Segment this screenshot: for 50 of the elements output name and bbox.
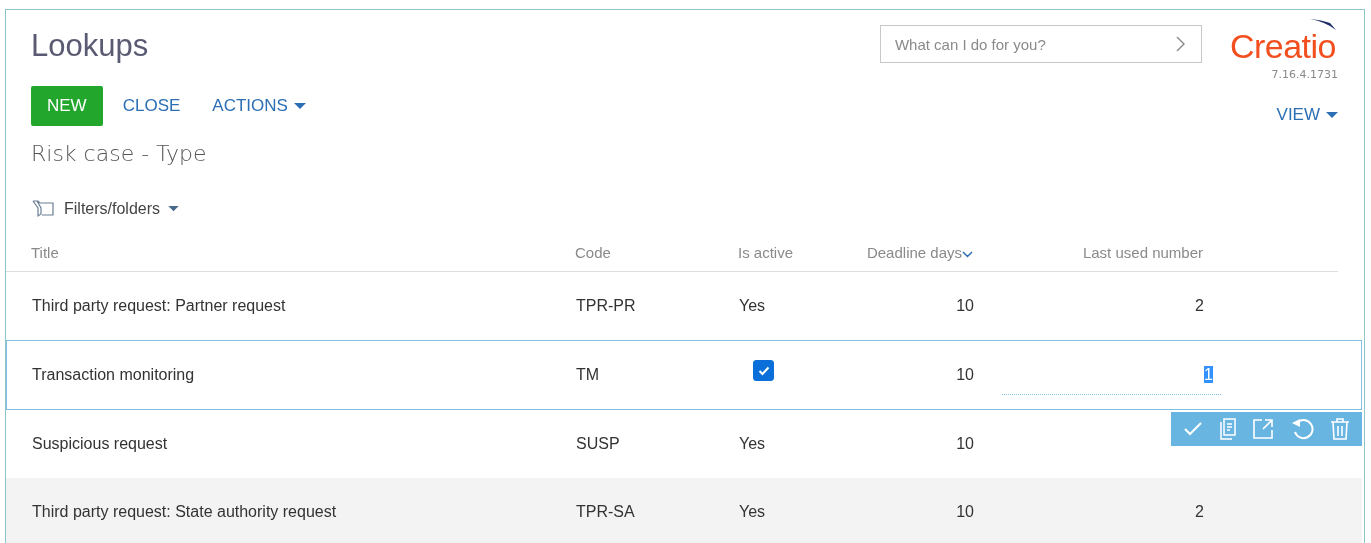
table-cell-text: Suspicious request xyxy=(32,435,169,453)
open-external-icon[interactable] xyxy=(1252,418,1275,440)
check-icon xyxy=(757,365,770,376)
table-cell-text: Yes xyxy=(739,503,767,521)
caret-icon xyxy=(293,102,306,110)
table-row[interactable]: Third party request: Partner request TPR-PR Yes 10 2 xyxy=(6,272,1362,340)
caret-icon xyxy=(1326,111,1338,119)
view-menu-button[interactable]: VIEW xyxy=(1264,95,1338,135)
table-cell-text: 2 xyxy=(1194,503,1205,521)
checkmark-icon[interactable] xyxy=(1182,421,1203,437)
sort-chevron-icon xyxy=(962,251,973,258)
undo-icon[interactable] xyxy=(1290,418,1315,440)
filters-folders-button[interactable]: Filters/folders xyxy=(30,196,182,222)
page-title: Lookups xyxy=(31,28,150,64)
input-field[interactable]: 1 xyxy=(1002,365,1221,395)
table-cell-text: 10 xyxy=(955,297,975,315)
close-button[interactable]: CLOSE xyxy=(110,86,193,126)
table-cell-text: 10 xyxy=(955,366,975,384)
logo: Creatio xyxy=(1229,18,1338,66)
table-cell-text: Third party request: State authority request xyxy=(32,503,338,521)
table-cell-text: TPR-SA xyxy=(576,503,636,521)
section-title: Risk case - Type xyxy=(30,140,208,166)
table-cell-text: TPR-PR xyxy=(576,297,637,315)
trash-icon[interactable] xyxy=(1330,418,1351,440)
table-cell-text: Transaction monitoring xyxy=(32,366,196,384)
table-cell-text: TM xyxy=(576,366,601,384)
column-header[interactable]: Code xyxy=(575,244,738,261)
checkbox[interactable] xyxy=(753,360,774,382)
editing-row[interactable]: Transaction monitoring TM 10 1 xyxy=(6,340,1362,410)
column-header[interactable]: Deadline days xyxy=(848,244,983,261)
search-field[interactable]: What can I do for you? xyxy=(879,25,1202,63)
version-label: 7.16.4.1731 xyxy=(1271,68,1338,81)
table-row[interactable]: Suspicious request SUSP Yes 10 xyxy=(6,410,1362,478)
table-cell-text: SUSP xyxy=(576,435,621,453)
copy-icon[interactable] xyxy=(1218,418,1237,440)
column-header[interactable]: Last used number xyxy=(983,244,1213,261)
filter-folder-icon xyxy=(32,198,56,220)
caret-icon xyxy=(168,206,180,212)
actions-menu-button[interactable]: ACTIONS xyxy=(200,86,318,126)
chevron-right-icon xyxy=(1175,36,1186,52)
table-cell-text: Third party request: Partner request xyxy=(32,297,287,315)
table-cell-text: Yes xyxy=(739,435,767,453)
new-button[interactable]: NEW xyxy=(31,86,103,126)
highlighted-row[interactable]: Third party request: State authority request TPR-SA Yes 10 2 xyxy=(6,478,1362,543)
table-cell-text: 10 xyxy=(955,503,975,521)
table-cell-text: Yes xyxy=(739,297,767,315)
column-header[interactable]: Is active xyxy=(738,244,848,261)
column-header[interactable]: Title xyxy=(31,244,575,261)
table-cell-text: 10 xyxy=(955,435,975,453)
table-cell-text: 2 xyxy=(1194,297,1205,315)
